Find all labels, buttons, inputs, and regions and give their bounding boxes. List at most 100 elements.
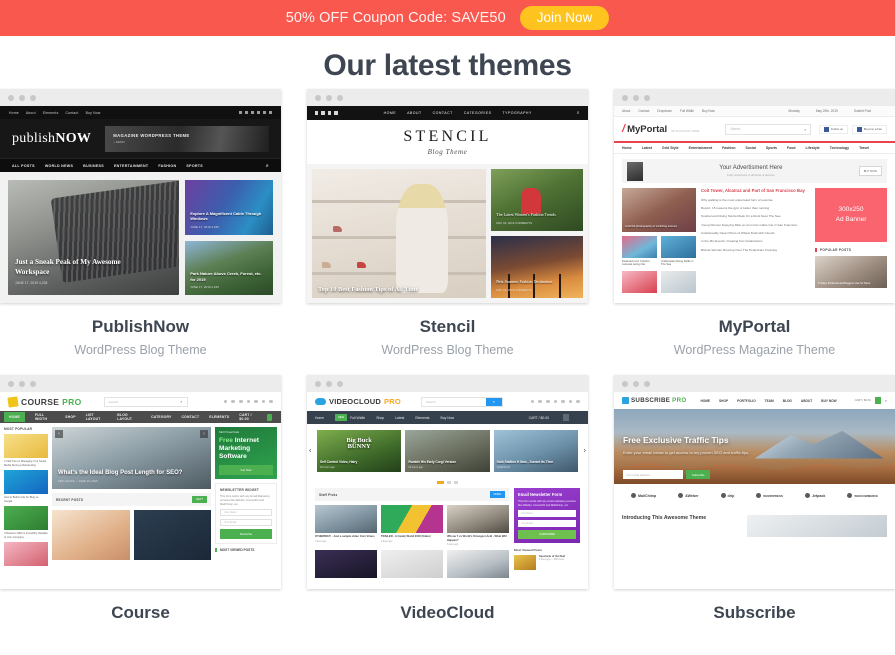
pn-nav-item[interactable]: SPORTS bbox=[186, 164, 203, 168]
cp-side-post[interactable]: 4 Vital Tips on Managing Your Social Med… bbox=[4, 434, 48, 467]
pn-topbar-link[interactable]: About bbox=[26, 111, 36, 115]
pn-nav-item[interactable]: BUSINESS bbox=[83, 164, 104, 168]
mp-submit-post[interactable]: Submit Post bbox=[854, 109, 871, 113]
pn-logo[interactable]: publishNOW bbox=[12, 131, 91, 147]
mp-nav-item[interactable]: Latest bbox=[642, 146, 652, 150]
cart-button[interactable]: CART / $0.00 bbox=[529, 414, 569, 421]
more-button[interactable]: MORE bbox=[489, 491, 505, 498]
sb-nav-item[interactable]: HOME bbox=[700, 399, 710, 403]
cp-nav-item[interactable]: FULL WIDTH bbox=[35, 413, 55, 421]
pn-topbar-link[interactable]: Contact bbox=[65, 111, 78, 115]
cp-side-post[interactable] bbox=[4, 542, 48, 566]
mp-list-item[interactable]: Snorkel and Diving Scuba Mask On a Rock … bbox=[701, 214, 810, 218]
buy-now-button[interactable]: BUY NOW bbox=[858, 166, 882, 176]
fan-button[interactable]: Become a Fan bbox=[851, 124, 887, 134]
subscribe-button[interactable]: Subscribe bbox=[220, 529, 272, 540]
carousel-prev-icon[interactable]: ‹ bbox=[309, 448, 311, 455]
mp-featured-post[interactable]: Colorful photography of a birding scenes bbox=[622, 188, 696, 232]
mp-nav-item[interactable]: Technology bbox=[830, 146, 849, 150]
search-icon[interactable]: ⌕ bbox=[180, 399, 182, 404]
search-icon[interactable]: ⌕ bbox=[266, 163, 269, 169]
vc-video-tile[interactable]: OTHERWAY! - Just a sample video from Vim… bbox=[315, 505, 377, 546]
name-field[interactable]: Your Name bbox=[220, 509, 272, 517]
st-hero-post[interactable]: Top 10 Best Fashion Tips of All Time bbox=[312, 169, 487, 298]
vc-video-tile[interactable] bbox=[447, 550, 509, 579]
cp-nav-item[interactable]: HOME bbox=[4, 412, 25, 422]
cp-hero-slider[interactable]: ‹ › What's the Ideal Blog Post Length fo… bbox=[52, 427, 211, 489]
st-side-post-2[interactable]: Best Summer Fashion Destination MAY 02, … bbox=[491, 236, 583, 298]
pn-nav-item[interactable]: WORLD NEWS bbox=[45, 164, 73, 168]
theme-card-course[interactable]: COURSE PRO Search ⌕ HOME FULL WIDTH SHOP… bbox=[0, 375, 281, 623]
st-nav-item[interactable]: TYPOGRAPHY bbox=[502, 111, 531, 115]
cp-grid-post[interactable] bbox=[52, 510, 130, 560]
vc-video-tile[interactable] bbox=[315, 550, 377, 579]
vc-nav-item[interactable]: Home bbox=[315, 416, 324, 420]
search-icon[interactable]: ⌕ bbox=[577, 110, 580, 116]
vc-slide[interactable]: Dark Stallion ft Sam - Sunset Its Time V… bbox=[493, 430, 578, 472]
sb-logo[interactable]: SUBSCRIBE PRO bbox=[622, 397, 686, 404]
theme-card-videocloud[interactable]: VIDEOCLOUD PRO Search ⌕ Home NEW Full Wi… bbox=[307, 375, 588, 623]
mp-nav-item[interactable]: Home bbox=[622, 146, 632, 150]
pn-hero-post[interactable]: Just a Sneak Peak of My Awesome Workspac… bbox=[8, 180, 180, 295]
st-nav-item[interactable]: CONTACT bbox=[433, 111, 453, 115]
carousel-next-icon[interactable]: › bbox=[200, 430, 208, 438]
sb-nav-item[interactable]: SHOP bbox=[719, 399, 728, 403]
sb-nav-item[interactable]: PORTFOLIO bbox=[737, 399, 756, 403]
subscribe-button[interactable]: SUBSCRIBE bbox=[518, 530, 576, 540]
mp-ad-banner[interactable]: 300x250 Ad Banner bbox=[815, 188, 887, 242]
mp-thumb-post[interactable] bbox=[622, 271, 657, 293]
vc-logo[interactable]: VIDEOCLOUD PRO bbox=[315, 397, 401, 406]
mp-topbar-link[interactable]: Buy Now bbox=[702, 109, 715, 113]
vc-nav-item[interactable]: Shop bbox=[376, 416, 384, 420]
vc-nav-item[interactable]: Buy Now bbox=[441, 416, 455, 420]
cp-side-post[interactable]: 3 Reasons SEO is Incredibly Valuable to … bbox=[4, 506, 48, 539]
cp-logo[interactable]: COURSE PRO bbox=[7, 395, 82, 408]
vc-slide[interactable]: Big Buck BUNNY Self Control Video, Hairy… bbox=[317, 430, 402, 472]
search-input[interactable]: Search ⌕ bbox=[420, 396, 503, 407]
theme-card-myportal[interactable]: About Contact Dropdown Full Width Buy No… bbox=[614, 89, 895, 357]
follow-button[interactable]: Follow us bbox=[818, 124, 848, 134]
mp-list-item[interactable]: Blonde Woman Running Over The Pedestrian… bbox=[701, 248, 810, 252]
vc-video-tile[interactable] bbox=[381, 550, 443, 579]
cp-nav-item[interactable]: BLOG LAYOUT bbox=[117, 413, 141, 421]
mp-list-item[interactable]: Report: 15 reasons the gym is better tha… bbox=[701, 206, 810, 210]
st-nav-item[interactable]: CATEGORIES bbox=[464, 111, 492, 115]
st-nav-item[interactable]: HOME bbox=[384, 111, 397, 115]
cp-nav-item[interactable]: CONTACT bbox=[182, 415, 200, 419]
email-field[interactable]: Your email address bbox=[623, 470, 683, 479]
email-field[interactable]: Your Email bbox=[518, 520, 576, 528]
sb-nav-item[interactable]: BUY NOW bbox=[821, 399, 836, 403]
mp-nav-item[interactable]: Grid Style bbox=[662, 146, 679, 150]
mp-list-item[interactable]: Unbelievably Clean Photo of Wheat Field … bbox=[701, 231, 810, 235]
mp-nav-item[interactable]: Lifestyle bbox=[806, 146, 820, 150]
theme-card-stencil[interactable]: HOME ABOUT CONTACT CATEGORIES TYPOGRAPHY… bbox=[307, 89, 588, 357]
vc-nav-item[interactable]: Elements bbox=[415, 416, 429, 420]
get-now-button[interactable]: Get Now bbox=[219, 465, 273, 475]
cp-nav-item[interactable]: CATEGORY bbox=[151, 415, 171, 419]
mp-list-item[interactable]: In the Mix Events: Creating Fun Celebrat… bbox=[701, 239, 810, 243]
pn-nav-item[interactable]: FASHION bbox=[158, 164, 176, 168]
mp-list-item[interactable]: Young Women Enjoying Ride on an Iconic C… bbox=[701, 223, 810, 227]
vc-video-tile[interactable]: iPhone 7 vs World's Strongest Acid - Wha… bbox=[447, 505, 509, 546]
mp-popular-item[interactable]: 5 Steps Professional Bloggers Use for Mo… bbox=[815, 256, 887, 288]
name-field[interactable]: Your Name bbox=[518, 510, 576, 518]
st-side-post-1[interactable]: The Latest Women's Fashion Trends MAY 02… bbox=[491, 169, 583, 231]
search-icon[interactable]: ⌕ bbox=[804, 127, 806, 132]
cart-button[interactable]: CART / $0.00 bbox=[234, 413, 273, 421]
vc-slide[interactable]: Rumble His Early Corgi Version 20 hours … bbox=[405, 430, 490, 472]
cart-icon[interactable] bbox=[874, 397, 881, 404]
cart-label[interactable]: CART / $0.00 bbox=[855, 399, 871, 402]
pn-nav-item[interactable]: ALL POSTS bbox=[12, 164, 35, 168]
mp-lead-headline[interactable]: Coit Tower, Alcatraz and Part of San Fra… bbox=[701, 188, 810, 194]
pn-topbar-link[interactable]: Buy Now bbox=[86, 111, 101, 115]
mp-nav-item[interactable]: Sports bbox=[766, 146, 777, 150]
pn-topbar-link[interactable]: Home bbox=[9, 111, 19, 115]
vc-nav-item[interactable]: Latest bbox=[395, 416, 404, 420]
pn-nav-item[interactable]: ENTERTAINMENT bbox=[114, 164, 148, 168]
mp-thumb-post[interactable]: Featured post: Colorful carousel swing r… bbox=[622, 235, 657, 267]
carousel-dots[interactable] bbox=[307, 478, 588, 488]
mp-ad-strip[interactable]: Your Advertisment Here Fully responsive … bbox=[622, 159, 887, 183]
search-icon[interactable]: ⌕ bbox=[885, 398, 887, 403]
pn-side-post-1[interactable]: Explore A Magnificent Cable Through Wind… bbox=[185, 180, 273, 235]
cp-nav-item[interactable]: ELEMENTS bbox=[209, 415, 229, 419]
